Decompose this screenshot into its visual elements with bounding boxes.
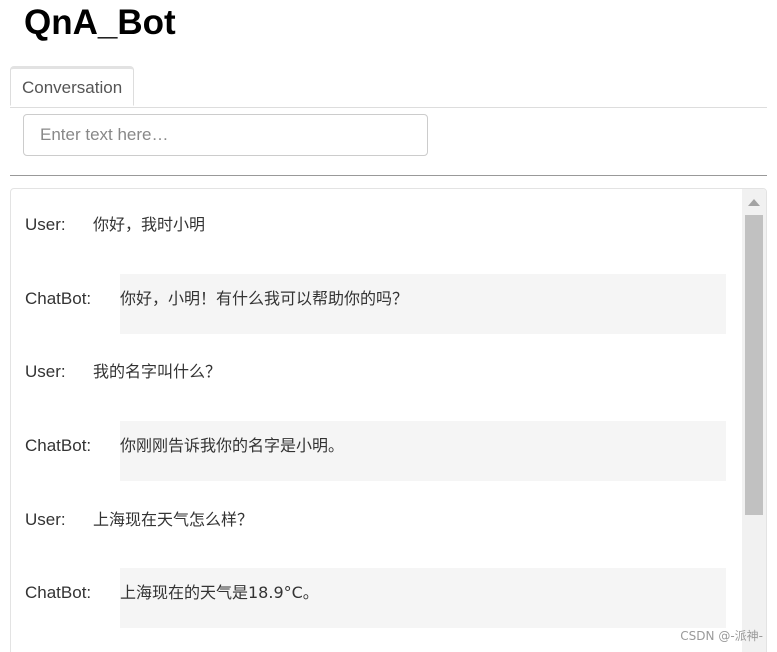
message-text: 上海现在天气怎么样？ [93,510,254,529]
divider [10,175,767,176]
tab-conversation[interactable]: Conversation [10,66,135,106]
message-role: ChatBot: [25,583,92,602]
message-text: 你好，小明！有什么我可以帮助你的吗？ [120,289,409,308]
scroll-thumb[interactable] [745,215,763,515]
conversation-panel[interactable]: User: 你好，我时小明 ChatBot: 你好，小明！有什么我可以帮助你的吗… [10,188,767,652]
message-text: 上海现在的天气是18.9°C。 [120,583,319,602]
message-role: User: [25,215,66,234]
scroll-up-arrow-icon[interactable] [748,199,760,206]
message-text: 你刚刚告诉我你的名字是小明。 [120,436,345,455]
app-window: QnA_Bot Conversation User: 你好，我时小明 ChatB… [0,0,777,652]
message-role: ChatBot: [25,289,92,308]
vertical-scrollbar[interactable] [742,189,766,652]
text-input[interactable] [23,114,428,156]
message-text: 我的名字叫什么？ [93,362,222,381]
message-text: 你好，我时小明 [93,215,206,234]
message-role: ChatBot: [25,436,92,455]
tab-bar: Conversation [10,66,767,108]
app-title: QnA_Bot [24,3,176,42]
watermark: CSDN @-派神- [680,629,763,643]
message-role: User: [25,510,66,529]
message-role: User: [25,362,66,381]
